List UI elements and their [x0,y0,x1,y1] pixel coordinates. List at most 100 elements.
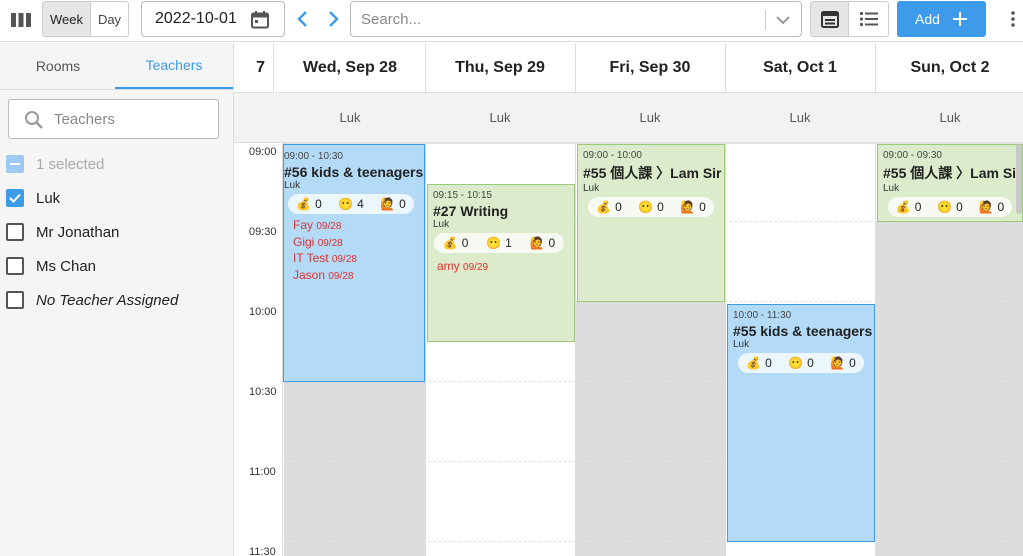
student-date: 09/28 [328,270,354,282]
count-value: 0 [849,356,856,370]
count-value: 0 [765,356,772,370]
checkbox-icon [6,291,24,309]
day-header-sat[interactable]: Sat, Oct 1 [725,43,876,93]
time-label: 10:30 [249,386,277,398]
event-card[interactable]: 09:00 - 09:30 #55 個人課 〉Lam Sir Luk 💰 0 😶 0… [877,144,1023,222]
student-name: IT Test [293,251,329,265]
event-title: #56 kids & teenagers [284,164,424,180]
day-header-wed[interactable]: Wed, Sep 28 [275,43,426,93]
event-teacher: Luk [284,180,301,191]
columns-view-icon[interactable] [8,9,34,31]
event-title: #27 Writing [433,203,509,219]
teacher-label: Ms Chan [36,257,97,275]
student-name: Gigi [293,234,315,249]
student-icon: 🙋 [830,356,846,370]
select-all-checkbox[interactable]: 1 selected [6,151,104,177]
event-counts: 💰 0 😶 0 🙋 0 [738,353,864,373]
teacher-item-no-teacher[interactable]: No Teacher Assigned [6,287,178,313]
count-value: 0 [956,200,963,214]
tab-divider [0,89,234,90]
tab-teachers[interactable]: Teachers [115,43,233,89]
time-gridline [283,541,1023,542]
student-icon: 🙋 [978,200,994,214]
calendar-view-button[interactable] [810,1,849,37]
checkbox-icon [6,223,24,241]
count-value: 0 [315,197,322,211]
time-label: 09:00 [249,146,277,158]
search-input[interactable] [352,3,762,35]
view-week-button[interactable]: Week [42,1,91,37]
event-card[interactable]: 09:00 - 10:00 #55 個人課 〉Lam Sir Luk 💰 0 😶 0… [577,144,725,302]
add-button[interactable]: Add [897,1,986,37]
count-value: 0 [399,197,406,211]
event-counts: 💰 0 😶 4 🙋 0 [288,194,414,214]
student-date: 09/29 [463,262,489,273]
day-header-thu[interactable]: Thu, Sep 29 [425,43,576,93]
time-gutter: 09:00 09:30 10:00 10:30 11:00 11:30 [234,143,283,556]
student-name: Fay [293,218,314,232]
money-bag-icon: 💰 [442,236,458,250]
resource-cell: Luk [275,93,426,143]
teacher-filter-input[interactable] [54,108,204,130]
event-time: 09:15 - 10:15 [433,190,492,201]
teacher-label: Mr Jonathan [36,223,120,241]
student-icon: 🙋 [529,236,545,250]
more-options-icon[interactable] [1007,8,1019,30]
indeterminate-checkbox-icon [6,155,24,173]
money-bag-icon: 💰 [296,197,312,211]
plus-icon [952,12,967,26]
teacher-item-luk[interactable]: Luk [6,185,60,211]
calendar-grid: 7 Wed, Sep 28 Thu, Sep 29 Fri, Sep 30 Sa… [234,43,1023,556]
list-view-button[interactable] [848,1,889,37]
date-picker[interactable]: 2022-10-01 [141,1,285,37]
scrollbar[interactable] [1016,144,1022,214]
count-value: 0 [807,356,814,370]
day-header-partial: 7 [234,43,274,93]
count-value: 0 [657,200,664,214]
resource-cell: Luk [575,93,726,143]
teacher-item-ms-chan[interactable]: Ms Chan [6,253,96,279]
event-card[interactable]: 09:00 - 10:30 #56 kids & teenagers Luk 💰… [283,144,425,382]
next-week-button[interactable] [324,8,344,30]
time-gridline [283,461,1023,462]
search-box[interactable] [350,1,802,37]
list-icon [859,11,878,27]
teacher-item-mr-jonathan[interactable]: Mr Jonathan [6,219,119,245]
face-icon: 😶 [486,236,502,250]
student-name: amy [437,259,460,273]
count-value: 0 [914,200,922,214]
calendar-icon[interactable] [250,10,270,35]
day-header-sun[interactable]: Sun, Oct 2 [875,43,1023,93]
event-card[interactable]: 10:00 - 11:30 #55 kids & teenagers Luk 💰… [727,304,875,542]
calendar-view-icon [820,11,839,28]
student-entry[interactable]: Fay 09/28 [284,218,424,235]
money-bag-icon: 💰 [746,356,762,370]
event-time: 10:00 - 11:30 [733,310,792,321]
student-date: 09/28 [317,237,343,249]
teacher-filter[interactable] [8,99,219,139]
event-card[interactable]: 09:15 - 10:15 #27 Writing Luk 💰 0 😶 1 🙋 0 a… [427,184,575,342]
resource-cell: Luk [425,93,576,143]
tab-rooms[interactable]: Rooms [0,43,116,89]
count-value: 0 [615,200,622,214]
student-name: Jason [293,267,326,282]
time-label: 11:00 [249,466,276,478]
count-value: 0 [548,236,556,250]
event-counts: 💰 0 😶 0 🙋 0 [588,197,714,217]
chevron-down-icon[interactable] [775,13,791,31]
view-day-button[interactable]: Day [90,1,129,37]
event-title: #55 個人課 〉Lam Sir [883,165,1022,181]
day-header-fri[interactable]: Fri, Sep 30 [575,43,726,93]
face-icon: 😶 [937,200,953,214]
time-label: 10:00 [249,306,277,318]
time-label: 11:30 [249,546,276,556]
student-icon: 🙋 [680,200,696,214]
search-separator [765,10,766,30]
student-entry[interactable]: IT Test 09/28 [284,251,424,268]
money-bag-icon: 💰 [596,200,612,214]
student-entry[interactable]: Gigi 09/28 [284,235,424,252]
event-title: #55 kids & teenagers [733,323,873,339]
prev-week-button[interactable] [292,8,312,30]
student-entry[interactable]: Jason 09/28 [284,268,424,285]
student-entry[interactable]: amy 09/29 [428,259,574,276]
